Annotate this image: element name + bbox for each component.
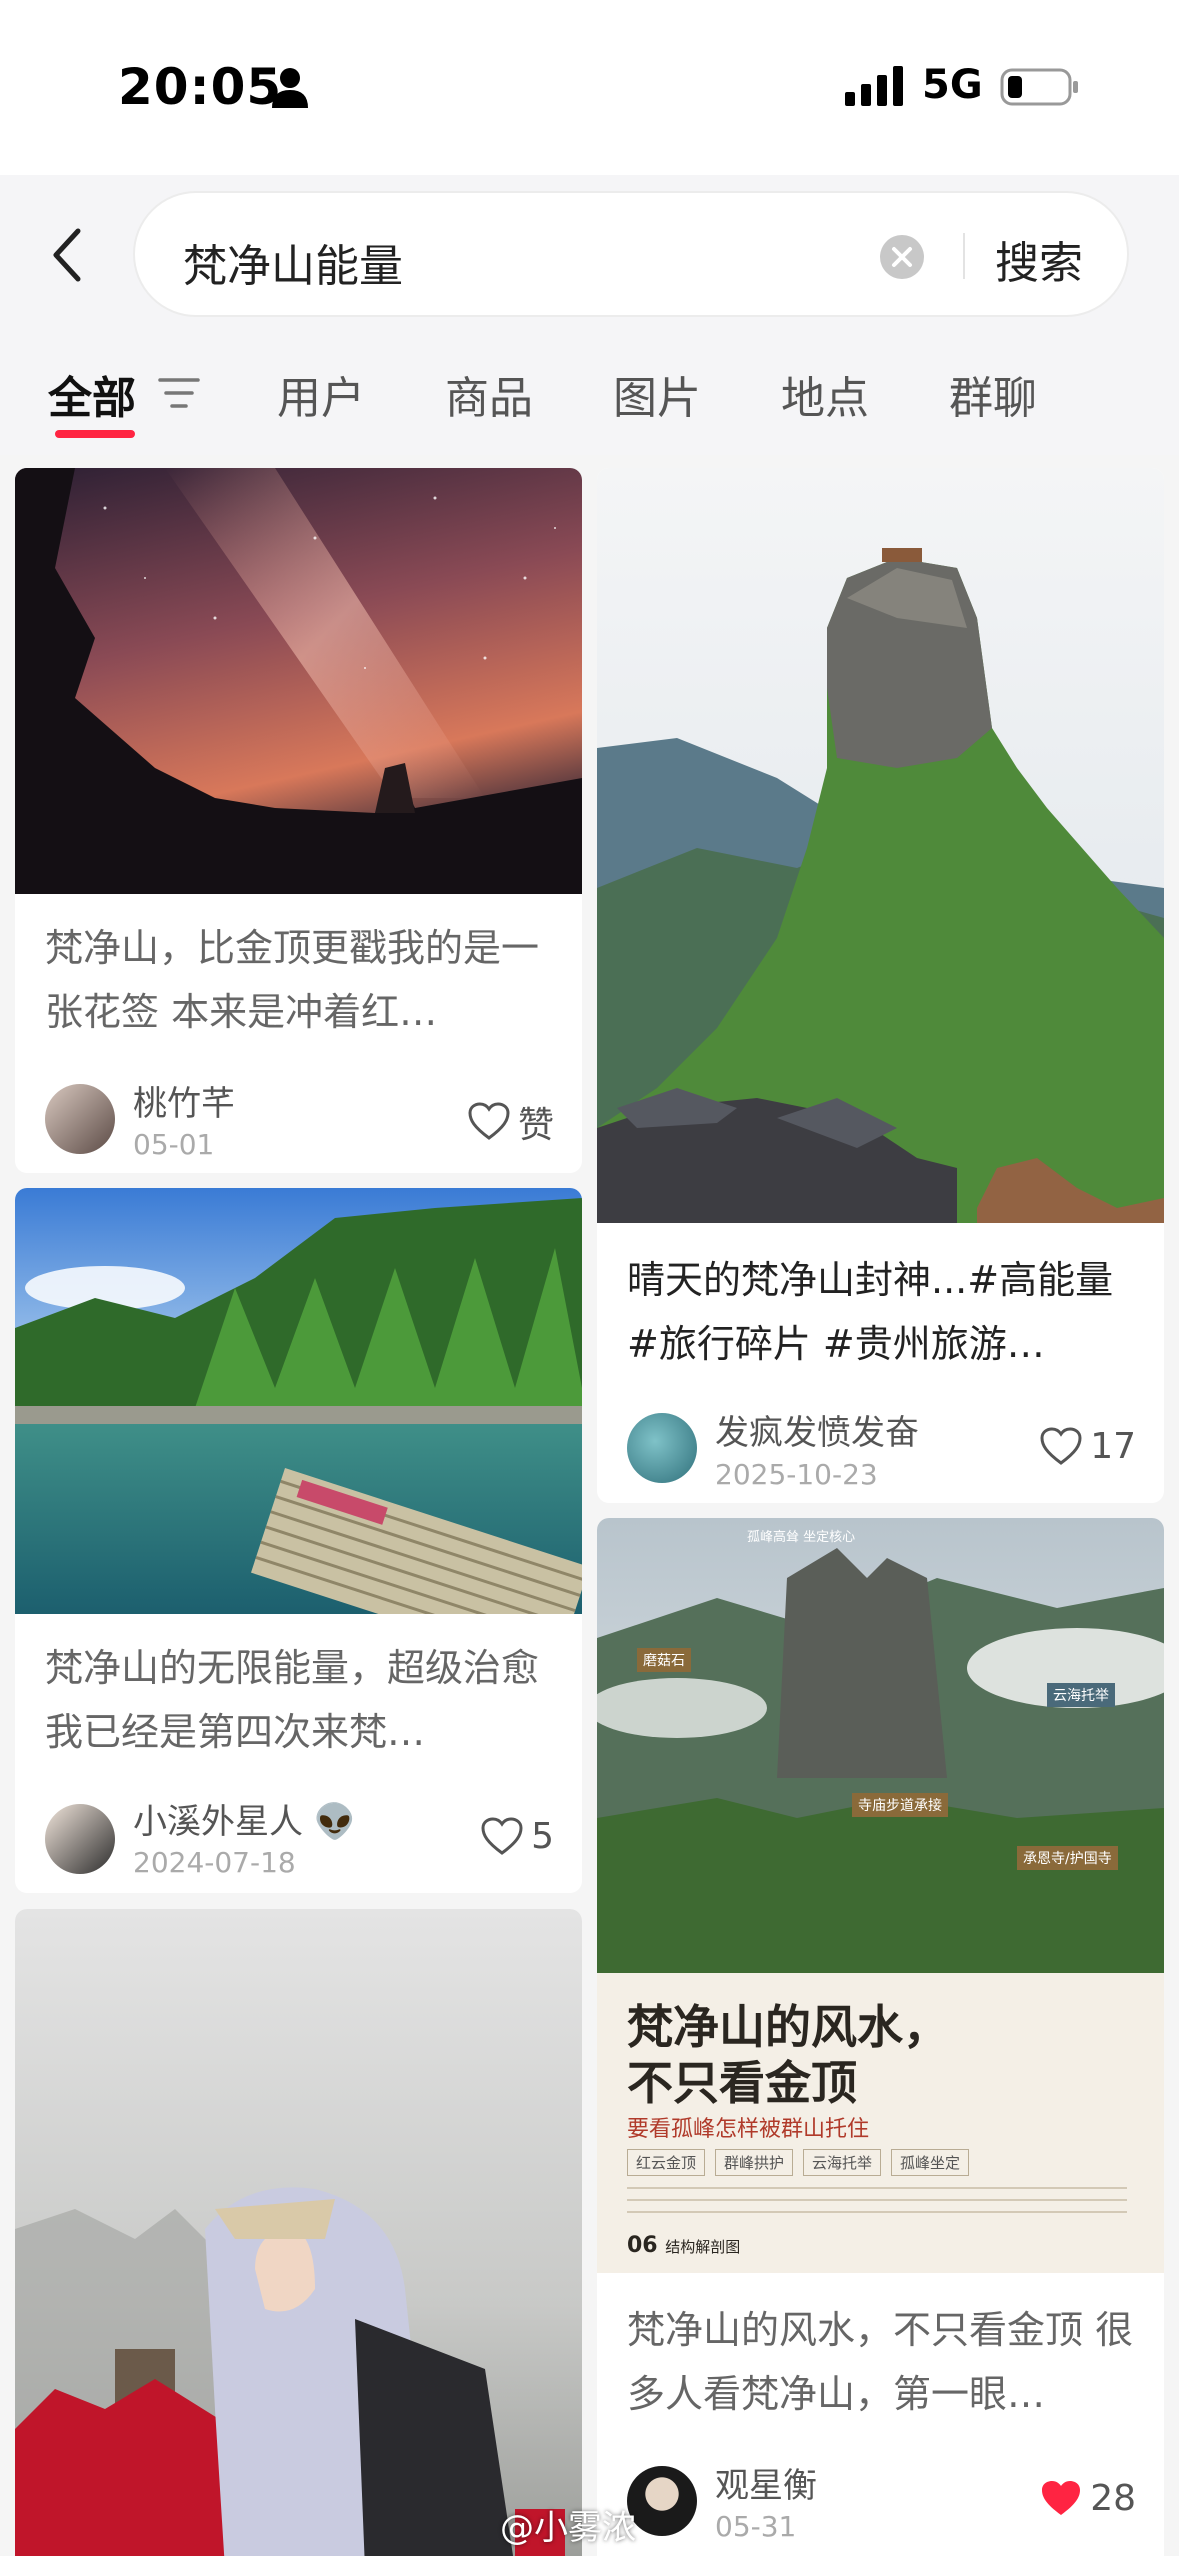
post-date: 05-01 bbox=[133, 1128, 215, 1161]
note-title: 梵净山，比金顶更戳我的是一张花签 本来是冲着红… bbox=[45, 926, 540, 1034]
author-name[interactable]: 发疯发愤发奋 bbox=[715, 1405, 919, 1454]
poster-tag: 群峰拱护 bbox=[715, 2149, 794, 2176]
clear-icon[interactable] bbox=[880, 235, 924, 279]
tab-group-chats[interactable]: 群聊 bbox=[949, 362, 1037, 426]
note-cover-image bbox=[15, 1909, 582, 2556]
poster-map-label: 孤峰高耸 坐定核心 bbox=[747, 1530, 856, 1545]
poster-body-lines bbox=[627, 2187, 1127, 2213]
tab-images[interactable]: 图片 bbox=[613, 362, 701, 426]
tab-bar: 全部 用户 商品 图片 地点 群聊 bbox=[0, 330, 1179, 455]
like-count: 赞 bbox=[517, 1105, 554, 1146]
poster-map-label: 承恩寺/护国寺 bbox=[1017, 1846, 1118, 1870]
person-icon bbox=[272, 68, 308, 108]
search-input[interactable]: 梵净山能量 搜索 bbox=[133, 191, 1129, 317]
search-query[interactable]: 梵净山能量 bbox=[183, 230, 403, 294]
tab-users[interactable]: 用户 bbox=[277, 362, 365, 426]
poster-map-label: 云海托举 bbox=[1047, 1683, 1115, 1707]
note-card[interactable]: 梵净山，比金顶更戳我的是一张花签 本来是冲着红… 桃竹芊 05-01 赞 bbox=[15, 468, 582, 1173]
avatar[interactable] bbox=[45, 1804, 115, 1874]
avatar[interactable] bbox=[45, 1084, 115, 1154]
heart-icon bbox=[468, 1102, 510, 1140]
post-date: 05-31 bbox=[715, 2510, 797, 2543]
post-date: 2025-10-23 bbox=[715, 1458, 878, 1491]
note-cover-image bbox=[597, 468, 1164, 1223]
note-title: 梵净山的无限能量，超级治愈 我已经是第四次来梵… bbox=[45, 1646, 540, 1754]
note-cover-image bbox=[15, 468, 582, 894]
post-date: 2024-07-18 bbox=[133, 1846, 296, 1879]
like-button[interactable]: 赞 bbox=[468, 1096, 554, 1148]
heart-icon bbox=[481, 1816, 523, 1855]
author-name[interactable]: 桃竹芊 bbox=[133, 1076, 235, 1125]
poster-section: 06 结构解剖图 bbox=[627, 2233, 740, 2258]
poster-tags: 红云金顶 群峰拱护 云海托举 孤峰坐定 bbox=[627, 2149, 970, 2176]
avatar[interactable] bbox=[627, 2466, 697, 2536]
like-button[interactable]: 17 bbox=[1040, 1426, 1136, 1467]
poster-tag: 孤峰坐定 bbox=[891, 2149, 970, 2176]
note-card[interactable]: 梵净山的无限能量，超级治愈 我已经是第四次来梵… 小溪外星人 👽 2024-07… bbox=[15, 1188, 582, 1893]
note-cover-image bbox=[597, 1518, 1164, 1973]
search-button[interactable]: 搜索 bbox=[995, 227, 1083, 291]
note-title: 晴天的梵净山封神...#高能量 #旅行碎片 #贵州旅游… bbox=[627, 1258, 1114, 1366]
poster-section-label: 结构解剖图 bbox=[665, 2238, 741, 2256]
note-card[interactable]: 梵净山的风水， 不只看金顶 要看孤峰怎样被群山托住 红云金顶 群峰拱护 云海托举… bbox=[597, 1518, 1164, 2556]
avatar[interactable] bbox=[627, 1413, 697, 1483]
filter-icon[interactable] bbox=[158, 376, 200, 410]
like-count: 5 bbox=[531, 1816, 554, 1857]
back-icon[interactable] bbox=[48, 225, 88, 285]
watermark: @小雾浓 bbox=[500, 2508, 636, 2548]
author-name[interactable]: 观星衡 bbox=[715, 2458, 817, 2507]
network-label: 5G bbox=[922, 62, 983, 108]
heart-icon bbox=[1040, 1426, 1082, 1465]
poster-tag: 红云金顶 bbox=[627, 2149, 706, 2176]
tab-places[interactable]: 地点 bbox=[781, 362, 869, 426]
poster-subtitle: 要看孤峰怎样被群山托住 bbox=[627, 2117, 870, 2142]
poster-map-label: 磨菇石 bbox=[637, 1648, 691, 1672]
poster-headline: 不只看金顶 bbox=[627, 2056, 857, 2110]
poster-text-panel: 梵净山的风水， 不只看金顶 要看孤峰怎样被群山托住 红云金顶 群峰拱护 云海托举… bbox=[597, 1973, 1164, 2273]
note-card[interactable] bbox=[15, 1909, 582, 2556]
tab-all[interactable]: 全部 bbox=[48, 362, 136, 426]
search-divider bbox=[963, 233, 965, 279]
search-header: 梵净山能量 搜索 bbox=[0, 175, 1179, 330]
tab-products[interactable]: 商品 bbox=[445, 362, 533, 426]
poster-section-number: 06 bbox=[627, 2233, 658, 2258]
like-count: 17 bbox=[1090, 1426, 1136, 1467]
poster-map-label: 寺庙步道承接 bbox=[852, 1793, 948, 1817]
note-cover-image bbox=[15, 1188, 582, 1614]
signal-icon bbox=[845, 66, 903, 106]
like-button[interactable]: 28 bbox=[1040, 2478, 1136, 2519]
poster-tag: 云海托举 bbox=[803, 2149, 882, 2176]
heart-filled-icon bbox=[1042, 2480, 1081, 2515]
status-time: 20:05 bbox=[118, 58, 283, 116]
note-card[interactable]: 晴天的梵净山封神...#高能量 #旅行碎片 #贵州旅游… 发疯发愤发奋 2025… bbox=[597, 468, 1164, 1503]
tab-active-indicator bbox=[55, 430, 135, 438]
status-bar: 20:05 5G bbox=[0, 0, 1179, 175]
like-count: 28 bbox=[1090, 2478, 1136, 2519]
note-title: 梵净山的风水，不只看金顶 很多人看梵净山，第一眼… bbox=[627, 2308, 1134, 2416]
like-button[interactable]: 5 bbox=[481, 1816, 554, 1857]
author-name[interactable]: 小溪外星人 👽 bbox=[133, 1794, 356, 1843]
battery-icon bbox=[1000, 68, 1078, 106]
